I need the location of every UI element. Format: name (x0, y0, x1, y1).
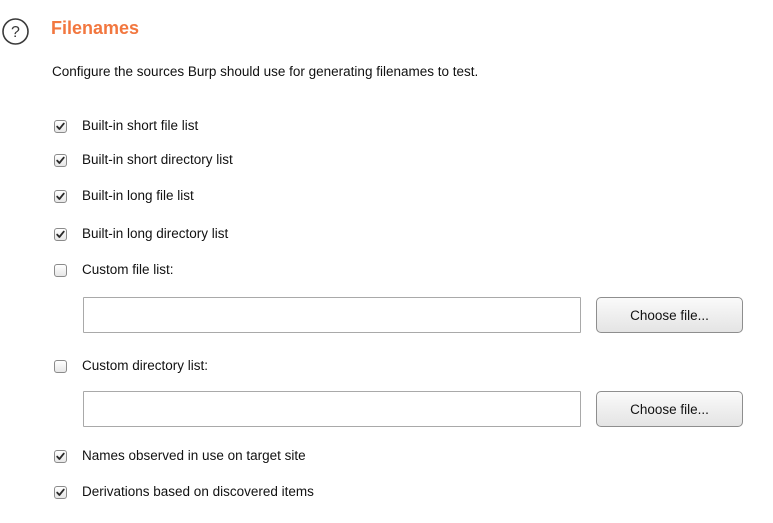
section-description: Configure the sources Burp should use fo… (52, 64, 479, 79)
checkbox[interactable] (54, 227, 67, 241)
filenames-panel: ? Filenames Configure the sources Burp s… (0, 0, 773, 523)
option-label: Built-in short directory list (82, 152, 233, 167)
checkmark-icon (56, 192, 65, 200)
option-label: Built-in long file list (82, 188, 194, 203)
checkbox[interactable] (54, 449, 67, 463)
option-builtin-long-directory-list[interactable]: Built-in long directory list (54, 225, 228, 243)
option-builtin-short-directory-list[interactable]: Built-in short directory list (54, 151, 233, 169)
section-title: Filenames (51, 18, 140, 38)
choose-custom-file-button[interactable]: Choose file... (596, 297, 743, 333)
checkbox[interactable] (54, 263, 67, 277)
option-label: Custom file list: (82, 262, 174, 277)
help-icon[interactable]: ? (1, 17, 30, 46)
checkbox[interactable] (54, 485, 67, 499)
checkbox[interactable] (54, 189, 67, 203)
option-label: Names observed in use on target site (82, 448, 306, 463)
option-builtin-short-file-list[interactable]: Built-in short file list (54, 117, 198, 135)
custom-directory-list-input[interactable] (83, 391, 581, 427)
option-custom-directory-list[interactable]: Custom directory list: (54, 357, 208, 375)
option-label: Built-in long directory list (82, 226, 229, 241)
option-label: Derivations based on discovered items (82, 484, 314, 499)
choose-custom-directory-button[interactable]: Choose file... (596, 391, 743, 427)
checkbox[interactable] (54, 119, 67, 133)
custom-file-list-input[interactable] (83, 297, 581, 333)
checkbox[interactable] (54, 359, 67, 373)
checkmark-icon (56, 156, 65, 164)
option-label: Custom directory list: (82, 358, 209, 373)
checkbox[interactable] (54, 153, 67, 167)
checkmark-icon (56, 122, 65, 130)
checkmark-icon (56, 488, 65, 496)
checkmark-icon (56, 452, 65, 460)
checkmark-icon (56, 230, 65, 238)
svg-text:?: ? (11, 24, 20, 41)
option-derivations-from-discovered-items[interactable]: Derivations based on discovered items (54, 483, 314, 501)
option-names-observed-on-target[interactable]: Names observed in use on target site (54, 447, 306, 465)
option-label: Built-in short file list (82, 118, 199, 133)
option-custom-file-list[interactable]: Custom file list: (54, 261, 174, 279)
option-builtin-long-file-list[interactable]: Built-in long file list (54, 187, 194, 205)
